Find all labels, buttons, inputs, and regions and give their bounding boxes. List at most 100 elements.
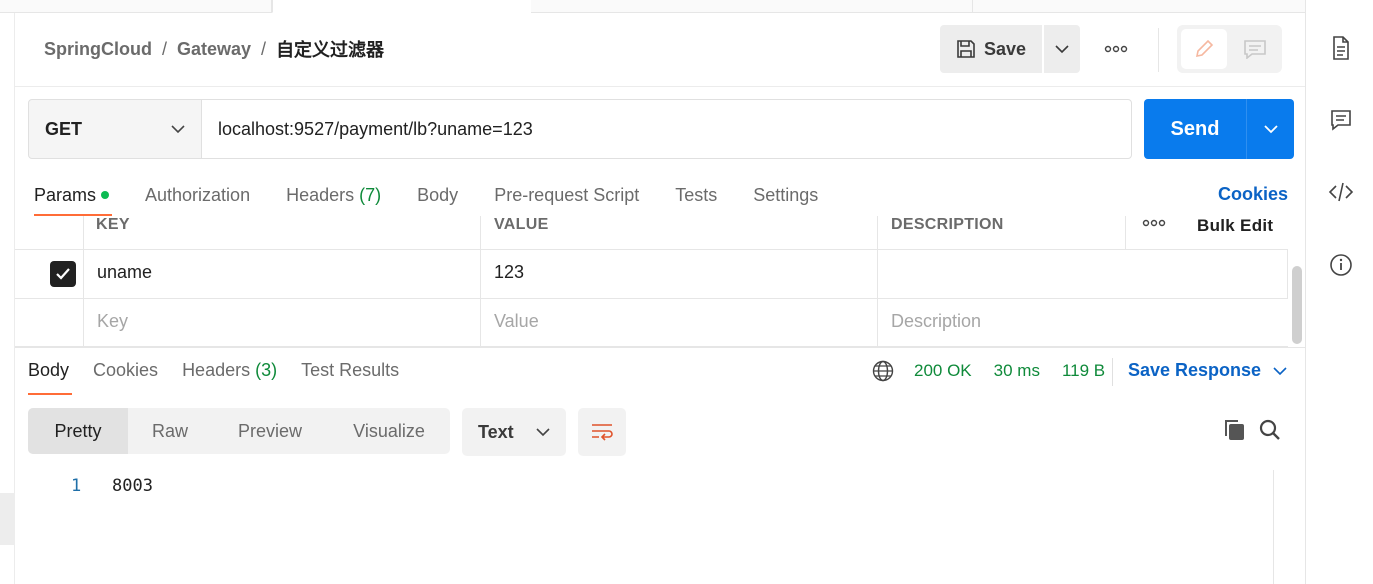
format-value: Text: [478, 421, 514, 442]
info-icon[interactable]: [1328, 252, 1354, 278]
param-value[interactable]: 123: [494, 262, 524, 283]
check-icon: [56, 268, 70, 280]
more-icon: [1104, 45, 1128, 53]
globe-icon[interactable]: [872, 360, 894, 382]
response-body-editor[interactable]: 1 8003: [15, 470, 1273, 584]
breadcrumb: SpringCloud / Gateway / 自定义过滤器: [44, 36, 384, 62]
column-options-button[interactable]: [1142, 214, 1166, 232]
send-button[interactable]: Send: [1144, 99, 1246, 159]
chevron-down-icon: [536, 428, 550, 437]
tab-authorization-label: Authorization: [145, 184, 251, 205]
url-input[interactable]: localhost:9527/payment/lb?uname=123: [201, 99, 1132, 159]
tab-response-headers-count: (3): [255, 360, 278, 380]
method-value: GET: [45, 118, 83, 139]
bulk-edit-button[interactable]: Bulk Edit: [1197, 216, 1273, 236]
cookies-link[interactable]: Cookies: [1218, 184, 1288, 205]
save-dropdown-button[interactable]: [1044, 25, 1080, 73]
edit-mode-button[interactable]: [1181, 29, 1227, 69]
tab-test-results[interactable]: Test Results: [301, 360, 399, 381]
tab-body[interactable]: Body: [417, 185, 458, 206]
save-button[interactable]: Save: [940, 25, 1042, 73]
request-tabs: Params Authorization Headers (7) Body Pr…: [34, 183, 854, 207]
tab-headers[interactable]: Headers (7): [286, 185, 381, 206]
tab-settings[interactable]: Settings: [753, 185, 818, 206]
new-value-input[interactable]: Value: [494, 311, 539, 332]
breadcrumb-request[interactable]: 自定义过滤器: [276, 36, 384, 62]
response-tabs: Body Cookies Headers (3) Test Results: [28, 360, 423, 381]
tab-prerequest-script[interactable]: Pre-request Script: [494, 185, 639, 206]
doc-mode-button[interactable]: [1232, 29, 1278, 69]
tab-inactive[interactable]: [972, 0, 1305, 13]
chevron-down-icon: [1273, 366, 1287, 375]
method-select[interactable]: GET: [28, 99, 202, 159]
tab-headers-label: Headers: [286, 184, 355, 205]
more-icon: [1142, 219, 1166, 227]
code-icon[interactable]: [1328, 179, 1354, 205]
params-table: KEY VALUE DESCRIPTION Bulk Edit uname 12…: [15, 216, 1288, 347]
header-divider: [15, 86, 1305, 87]
column-header-value: VALUE: [494, 216, 549, 233]
tab-params[interactable]: Params: [34, 184, 110, 206]
new-key-input[interactable]: Key: [97, 311, 128, 332]
pencil-icon: [1195, 39, 1214, 58]
view-raw-button[interactable]: Raw: [128, 408, 212, 454]
response-content: 8003: [112, 476, 153, 496]
params-active-dot: [101, 191, 110, 199]
params-scrollbar[interactable]: [1292, 266, 1302, 344]
breadcrumb-collection[interactable]: SpringCloud: [44, 39, 152, 60]
divider: [1158, 28, 1159, 72]
view-mode-group: Pretty Raw Preview Visualize: [28, 408, 450, 454]
breadcrumb-separator: /: [161, 38, 167, 59]
column-header-description: DESCRIPTION: [891, 216, 1004, 233]
comment-doc-icon: [1244, 40, 1266, 59]
editor-scrollbar[interactable]: [1273, 470, 1294, 584]
param-key[interactable]: uname: [97, 262, 152, 283]
response-status: 200 OK 30 ms 119 B: [872, 360, 1105, 382]
tab-response-headers-label: Headers: [182, 360, 251, 380]
tab-response-headers[interactable]: Headers (3): [182, 360, 277, 381]
chevron-down-icon: [1263, 125, 1278, 134]
wrap-lines-icon: [592, 424, 613, 441]
tab-params-label: Params: [34, 184, 97, 205]
breadcrumb-separator: /: [261, 38, 267, 59]
view-visualize-button[interactable]: Visualize: [328, 408, 450, 454]
chevron-down-icon: [171, 125, 185, 134]
status-code[interactable]: 200 OK: [914, 361, 972, 381]
wrap-lines-button[interactable]: [578, 408, 626, 456]
response-time[interactable]: 30 ms: [994, 361, 1040, 381]
tab-authorization[interactable]: Authorization: [145, 185, 250, 206]
copy-icon[interactable]: [1222, 418, 1246, 442]
response-tab-indicator: [28, 393, 72, 395]
save-icon: [957, 40, 975, 58]
save-response-button[interactable]: Save Response: [1128, 360, 1287, 381]
tab-response-body[interactable]: Body: [28, 360, 69, 381]
param-enabled-checkbox[interactable]: [50, 261, 76, 287]
view-pretty-button[interactable]: Pretty: [28, 408, 128, 454]
tab-tests[interactable]: Tests: [675, 185, 717, 206]
tab-response-cookies[interactable]: Cookies: [93, 360, 158, 381]
documentation-icon[interactable]: [1328, 35, 1354, 61]
tab-settings-label: Settings: [753, 184, 819, 205]
tab-headers-count: (7): [359, 184, 382, 205]
divider: [1112, 358, 1113, 386]
new-description-input[interactable]: Description: [891, 311, 981, 332]
send-dropdown-button[interactable]: [1246, 99, 1294, 159]
tab-tests-label: Tests: [675, 184, 718, 205]
tab-prerequest-label: Pre-request Script: [494, 184, 640, 205]
column-header-key: KEY: [96, 216, 130, 233]
right-rail: [1305, 0, 1373, 584]
response-size[interactable]: 119 B: [1062, 361, 1105, 381]
response-divider: [15, 347, 1305, 348]
line-number: 1: [71, 476, 82, 496]
tab-body-label: Body: [417, 184, 459, 205]
comments-icon[interactable]: [1328, 107, 1354, 133]
breadcrumb-folder[interactable]: Gateway: [177, 39, 251, 60]
tab-active[interactable]: [272, 0, 531, 13]
format-select[interactable]: Text: [462, 408, 566, 456]
tab-strip: [0, 0, 1305, 13]
left-gutter: [0, 13, 15, 584]
save-label: Save: [983, 38, 1027, 59]
search-icon[interactable]: [1258, 418, 1282, 442]
more-actions-button[interactable]: [1098, 35, 1134, 63]
view-preview-button[interactable]: Preview: [212, 408, 328, 454]
